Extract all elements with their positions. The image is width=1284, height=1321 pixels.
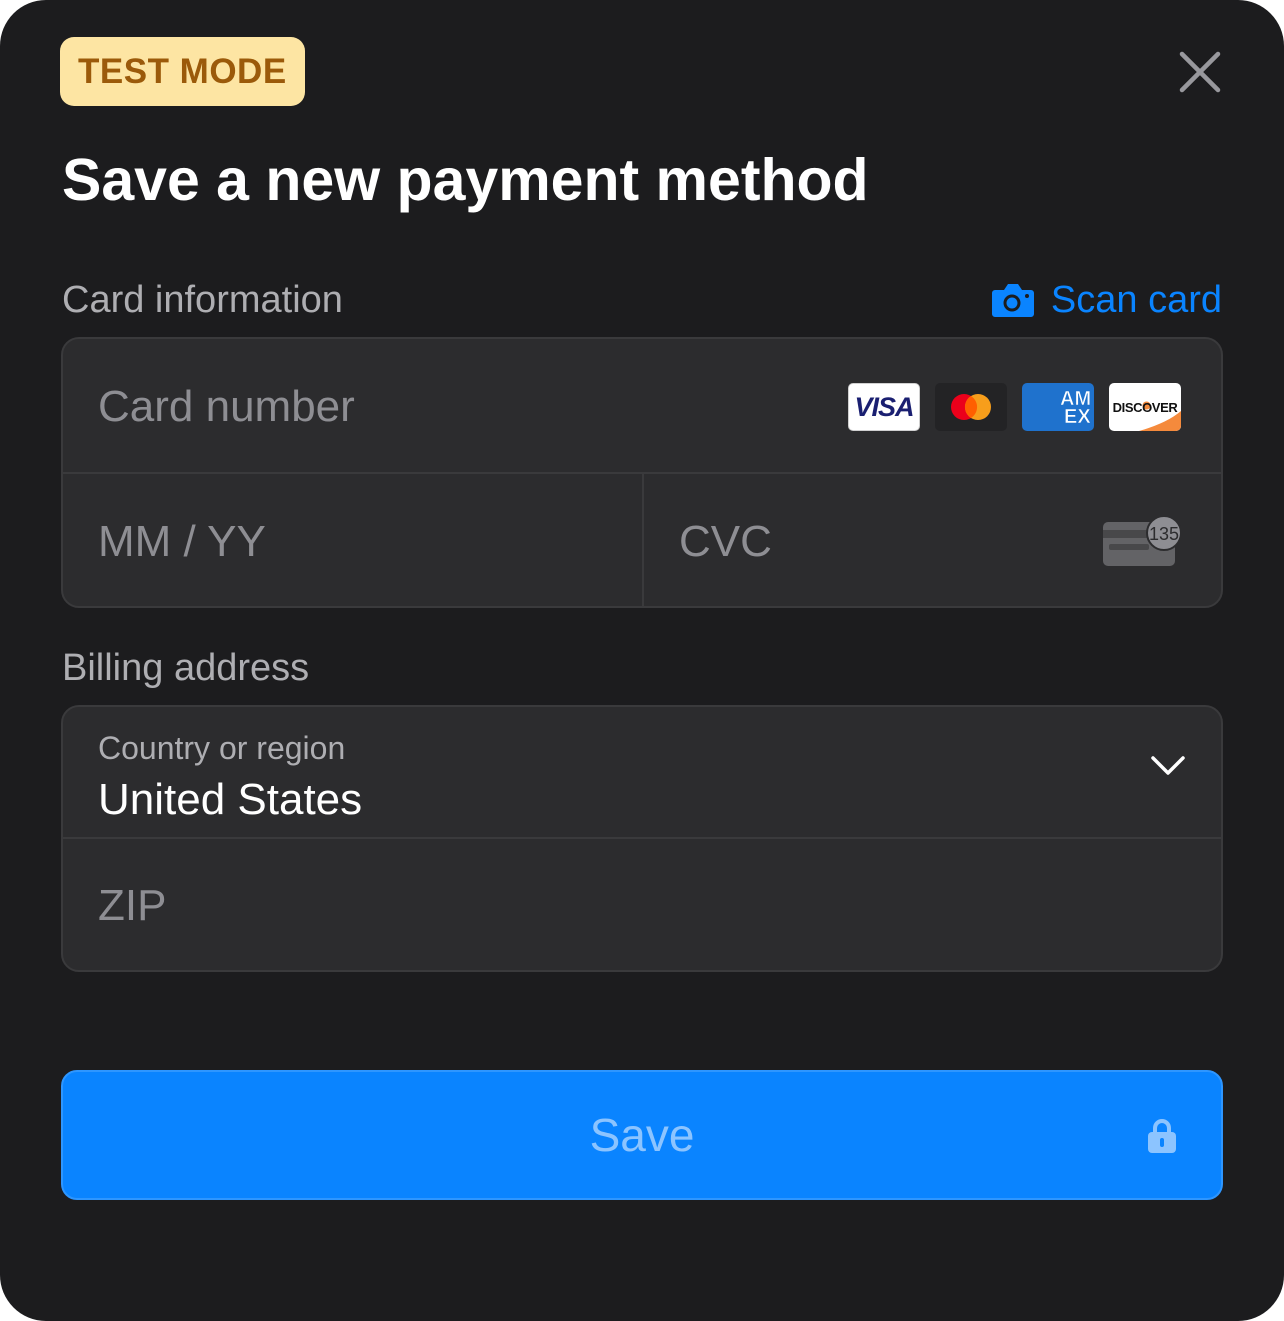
expiry-field[interactable]: MM / YY xyxy=(63,474,642,606)
page-title: Save a new payment method xyxy=(62,147,869,213)
discover-text: DISCOVER xyxy=(1112,399,1178,415)
expiry-placeholder: MM / YY xyxy=(98,517,266,566)
country-value: United States xyxy=(98,775,363,824)
card-number-field[interactable]: Card number VISA AM EX DISCOVER xyxy=(63,339,1221,474)
cvc-hint-number: 135 xyxy=(1149,524,1179,544)
card-information-fields: Card number VISA AM EX DISCOVER MM / YY … xyxy=(61,337,1223,608)
discover-logo: DISCOVER xyxy=(1109,383,1181,431)
cvc-card-icon: 135 xyxy=(1103,515,1182,566)
card-number-placeholder: Card number xyxy=(98,382,355,431)
cvc-field[interactable]: CVC 135 xyxy=(644,474,1221,606)
close-button[interactable] xyxy=(1172,44,1228,100)
scan-card-label: Scan card xyxy=(1050,279,1222,321)
close-icon xyxy=(1179,51,1221,93)
test-mode-badge: TEST MODE xyxy=(60,37,305,106)
country-caption: Country or region xyxy=(98,730,346,766)
card-brands: VISA AM EX DISCOVER xyxy=(848,383,1181,431)
camera-icon xyxy=(991,284,1034,317)
card-information-label: Card information xyxy=(62,279,343,321)
amex-bottom-text: EX xyxy=(1064,406,1091,428)
zip-placeholder: ZIP xyxy=(98,881,167,930)
mastercard-logo xyxy=(935,383,1007,431)
chevron-down-icon xyxy=(1151,756,1185,775)
zip-field[interactable]: ZIP xyxy=(63,839,1221,970)
visa-logo: VISA xyxy=(848,383,920,431)
lock-icon xyxy=(1148,1119,1176,1153)
payment-sheet: TEST MODE Save a new payment method Card… xyxy=(0,0,1284,1321)
scan-card-button[interactable]: Scan card xyxy=(991,277,1222,323)
save-label: Save xyxy=(589,1109,695,1161)
expiry-cvc-row: MM / YY CVC 135 xyxy=(63,474,1221,606)
save-button[interactable]: Save xyxy=(61,1070,1223,1200)
cvc-placeholder: CVC xyxy=(679,517,772,566)
billing-address-label: Billing address xyxy=(62,647,310,689)
amex-logo: AM EX xyxy=(1022,383,1094,431)
country-select[interactable]: Country or region United States xyxy=(63,707,1221,839)
billing-address-fields: Country or region United States ZIP xyxy=(61,705,1223,972)
